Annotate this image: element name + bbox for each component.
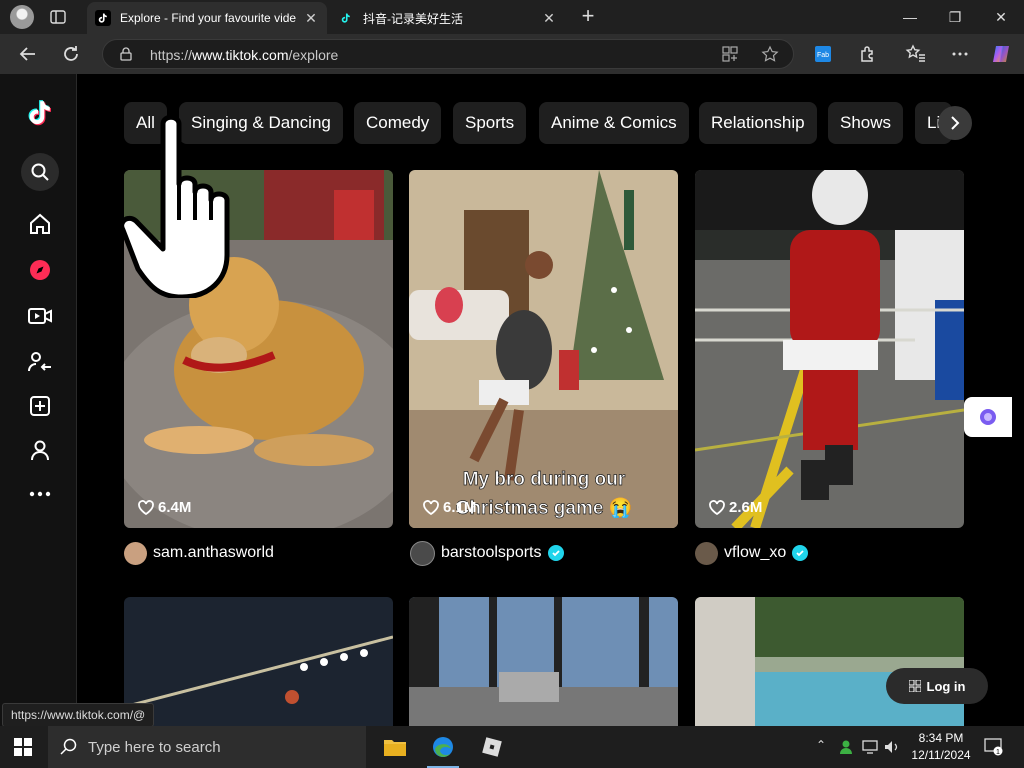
taskbar-search-box[interactable]: Type here to search — [48, 726, 366, 768]
taskbar-search-placeholder: Type here to search — [88, 739, 221, 756]
svg-text:Fab: Fab — [817, 52, 829, 59]
avatar — [124, 541, 147, 565]
clock-time: 8:34 PM — [918, 731, 964, 745]
network-icon[interactable] — [862, 740, 878, 754]
favorites-icon[interactable] — [905, 43, 927, 65]
status-bar-url: https://www.tiktok.com/@ — [2, 703, 155, 727]
tiktok-logo-icon[interactable] — [22, 96, 58, 132]
tab-douyin[interactable]: 抖音-记录美好生活 ✕ — [330, 2, 565, 34]
tab-title: 抖音-记录美好生活 — [363, 11, 463, 26]
user-tray-icon[interactable] — [838, 739, 854, 755]
close-tab-icon[interactable]: ✕ — [541, 10, 557, 26]
chevron-right-icon[interactable] — [938, 106, 972, 140]
extension-badge-icon[interactable]: Fab — [812, 43, 834, 65]
following-icon[interactable] — [22, 344, 58, 380]
back-arrow-icon[interactable] — [15, 41, 41, 67]
restore-button[interactable]: ❐ — [940, 6, 970, 28]
more-icon[interactable] — [22, 476, 58, 512]
show-hidden-icons-icon[interactable]: ⌃ — [816, 738, 826, 752]
roblox-icon[interactable] — [468, 726, 516, 768]
assistant-icon — [980, 409, 996, 425]
video-thumbnail — [695, 170, 964, 528]
sidebar — [4, 74, 77, 726]
chip-comedy[interactable]: Comedy — [354, 102, 442, 144]
heart-icon — [138, 500, 154, 515]
assistant-widget[interactable] — [964, 397, 1012, 437]
windows-taskbar: Type here to search ⌃ 8:34 PM 12/11/2024… — [0, 726, 1024, 768]
chip-shows[interactable]: Shows — [828, 102, 904, 144]
video-card[interactable] — [695, 597, 964, 726]
tab-tiktok-explore[interactable]: Explore - Find your favourite vide ✕ — [87, 2, 327, 34]
copilot-icon[interactable] — [990, 43, 1012, 65]
search-icon — [60, 738, 77, 755]
clock-date: 12/11/2024 — [911, 748, 971, 762]
category-chips: All Singing & Dancing Comedy Sports Anim… — [124, 102, 1014, 144]
file-explorer-icon[interactable] — [371, 726, 419, 768]
edge-browser-icon[interactable] — [419, 726, 467, 768]
heart-icon — [423, 500, 439, 515]
video-author[interactable]: barstoolsports — [410, 540, 564, 566]
verified-badge-icon — [547, 545, 564, 561]
refresh-icon[interactable] — [58, 41, 84, 67]
verified-badge-icon — [792, 545, 809, 561]
video-thumbnail: My bro during our Christmas game 😭 — [409, 170, 678, 528]
explore-icon[interactable] — [22, 252, 58, 288]
video-thumbnail — [409, 597, 678, 726]
volume-icon[interactable] — [884, 740, 900, 754]
hand-cursor-icon — [119, 114, 230, 298]
more-options-icon[interactable] — [949, 43, 971, 65]
chip-sports[interactable]: Sports — [453, 102, 527, 144]
address-bar[interactable]: https://www.tiktok.com/explore — [102, 39, 794, 69]
chip-anime-comics[interactable]: Anime & Comics — [539, 102, 689, 144]
video-card[interactable]: 2.6M — [695, 170, 964, 528]
taskbar-clock[interactable]: 8:34 PM 12/11/2024 — [906, 730, 976, 764]
login-button[interactable]: Log in — [886, 668, 988, 704]
tiktok-favicon-icon — [95, 10, 111, 26]
close-window-button[interactable]: ✕ — [986, 6, 1016, 28]
live-icon[interactable] — [22, 298, 58, 334]
profile-icon[interactable] — [22, 432, 58, 468]
svg-text:1: 1 — [996, 749, 1000, 756]
search-icon[interactable] — [21, 153, 59, 191]
video-thumbnail — [124, 597, 393, 726]
video-thumbnail — [695, 597, 964, 726]
likes-count: 6.1M — [423, 499, 476, 516]
browser-toolbar: https://www.tiktok.com/explore Fab — [0, 34, 1024, 74]
chip-relationship[interactable]: Relationship — [699, 102, 817, 144]
upload-icon[interactable] — [22, 388, 58, 424]
new-tab-button[interactable]: + — [578, 5, 598, 27]
workspaces-icon[interactable] — [50, 9, 66, 25]
url-text: https://www.tiktok.com/explore — [150, 47, 339, 63]
video-card[interactable] — [409, 597, 678, 726]
favorite-star-icon[interactable] — [761, 45, 779, 63]
likes-count: 2.6M — [709, 499, 762, 516]
video-author[interactable]: vflow_xo — [695, 541, 809, 565]
notification-icon[interactable]: 1 — [984, 738, 1004, 756]
login-label: Log in — [926, 678, 966, 694]
douyin-favicon-icon — [338, 10, 354, 26]
extensions-puzzle-icon[interactable] — [857, 43, 879, 65]
author-name: sam.anthasworld — [153, 544, 274, 561]
heart-icon — [709, 500, 725, 515]
tab-title: Explore - Find your favourite vide — [120, 11, 297, 25]
video-caption-line1: My bro during our — [463, 469, 626, 490]
video-card[interactable]: My bro during our Christmas game 😭 6.1M — [409, 170, 678, 528]
app-available-icon[interactable] — [721, 45, 739, 63]
likes-count: 6.4M — [138, 499, 191, 516]
close-tab-icon[interactable]: ✕ — [303, 10, 319, 26]
video-author[interactable]: sam.anthasworld — [124, 541, 274, 565]
home-icon[interactable] — [22, 206, 58, 242]
minimize-button[interactable]: — — [895, 6, 925, 28]
grid-icon — [908, 680, 921, 692]
video-card[interactable] — [124, 597, 393, 726]
browser-tab-bar: Explore - Find your favourite vide ✕ 抖音-… — [0, 0, 1024, 34]
avatar — [695, 541, 718, 565]
author-name: barstoolsports — [441, 544, 542, 561]
profile-avatar[interactable] — [10, 5, 34, 29]
lock-icon[interactable] — [119, 47, 133, 61]
windows-start-icon[interactable] — [14, 738, 32, 756]
video-caption-line2: Christmas game 😭 — [456, 497, 633, 519]
avatar — [410, 540, 435, 566]
author-name: vflow_xo — [724, 544, 787, 561]
